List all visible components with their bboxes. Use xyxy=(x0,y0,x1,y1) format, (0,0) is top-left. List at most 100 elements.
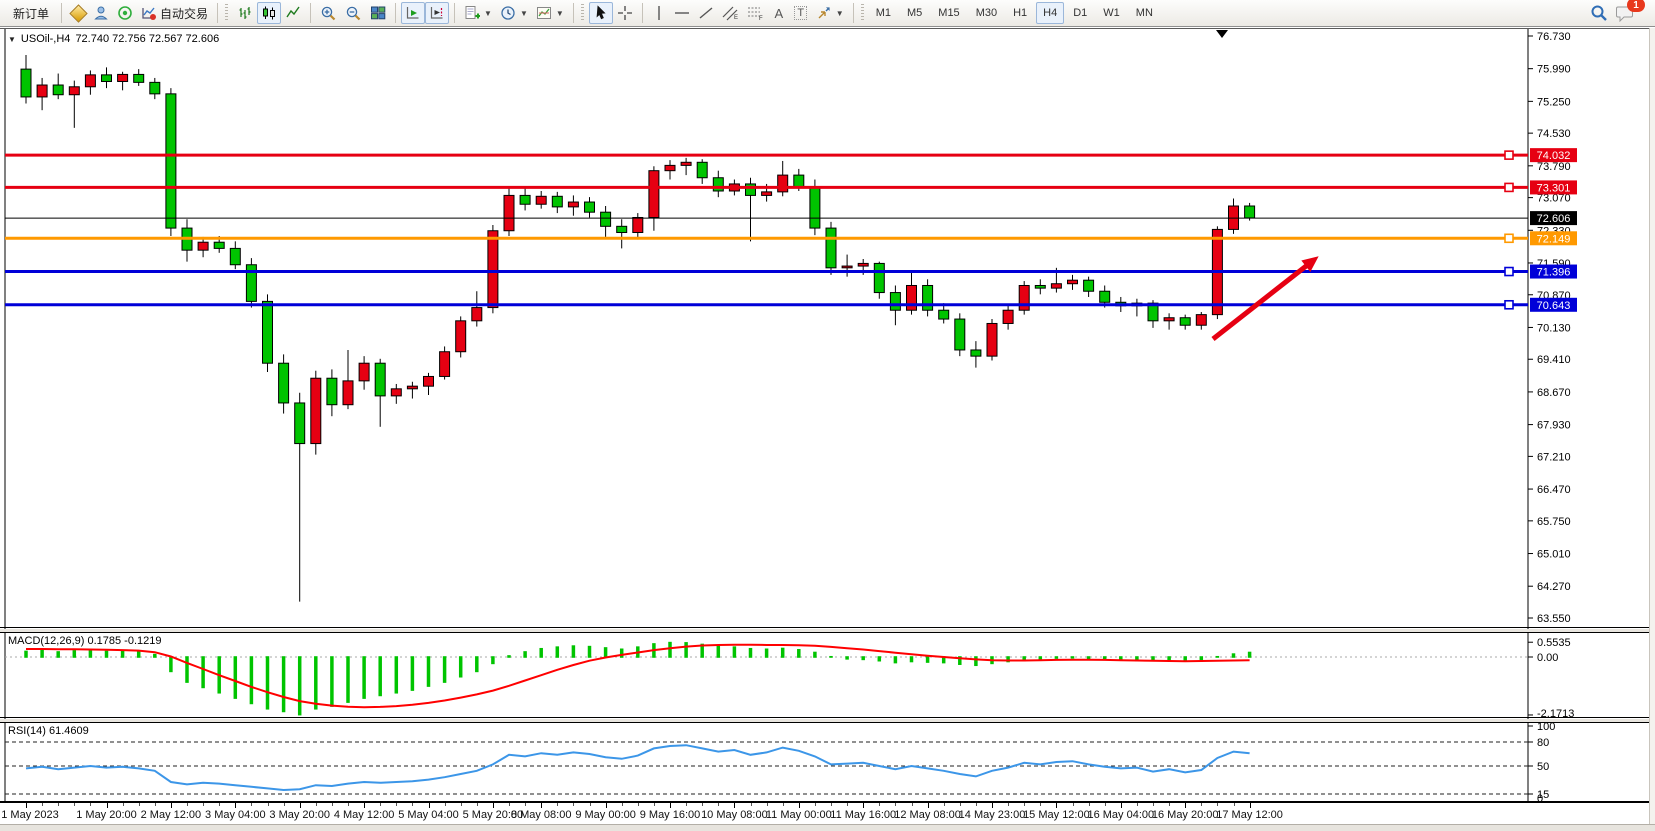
toolbar-separator xyxy=(454,3,455,23)
autotrading-button[interactable]: 自动交易 xyxy=(137,2,212,24)
trend-arrow-annotation[interactable] xyxy=(1213,256,1319,339)
svg-text:73.301: 73.301 xyxy=(1537,182,1571,194)
svg-text:71.396: 71.396 xyxy=(1537,267,1571,279)
arrow-objects-icon xyxy=(816,5,832,21)
svg-text:69.410: 69.410 xyxy=(1537,354,1571,366)
arrows-dropdown[interactable]: ▼ xyxy=(812,2,848,24)
window-right-edge xyxy=(1649,28,1655,824)
date-tick xyxy=(348,803,349,806)
timeframe-h4[interactable]: H4 xyxy=(1036,2,1064,24)
search-button[interactable] xyxy=(1586,2,1612,24)
chevron-down-icon: ▼ xyxy=(556,9,564,18)
date-tick xyxy=(879,803,880,806)
chart-shift-marker[interactable] xyxy=(1216,30,1228,38)
date-tick xyxy=(284,803,285,806)
zoom-in-icon xyxy=(320,5,337,22)
timeframe-m30[interactable]: M30 xyxy=(969,2,1004,24)
text-label-button[interactable]: T xyxy=(790,2,812,24)
date-label: 5 May 04:00 xyxy=(398,809,459,821)
chat-button[interactable]: 1 xyxy=(1612,2,1639,24)
vertical-line-icon xyxy=(652,5,666,21)
timeframe-m5[interactable]: M5 xyxy=(900,2,929,24)
svg-text:74.032: 74.032 xyxy=(1537,150,1571,162)
date-tick xyxy=(1089,803,1090,806)
macd-panel[interactable]: MACD(12,26,9) 0.1785 -0.1219 0.55350.00-… xyxy=(0,632,1655,718)
date-label: 1 May 2023 xyxy=(1,809,58,821)
main-chart-panel[interactable]: ▼ USOil-,H4 72.740 72.756 72.567 72.606 … xyxy=(0,28,1655,628)
date-tick xyxy=(187,803,188,806)
svg-text:F: F xyxy=(759,16,763,21)
main-toolbar: 新订单 自动交易 xyxy=(0,0,1655,27)
horizontal-line-button[interactable] xyxy=(670,2,694,24)
bar-chart-button[interactable] xyxy=(233,2,257,24)
macd-canvas[interactable]: 0.55350.00-2.1713 xyxy=(0,633,1655,719)
line-chart-button[interactable] xyxy=(281,2,305,24)
svg-text:74.530: 74.530 xyxy=(1537,128,1571,140)
date-tick xyxy=(590,803,591,806)
date-label: 16 May 04:00 xyxy=(1087,809,1154,821)
candlestick-chart-button[interactable] xyxy=(257,2,281,24)
date-tick xyxy=(1137,803,1138,806)
price-chart-canvas[interactable]: 76.73075.99075.25074.53073.79073.07072.3… xyxy=(0,29,1655,629)
date-tick xyxy=(58,803,59,806)
new-order-button[interactable]: 新订单 xyxy=(6,2,56,24)
templates-dropdown[interactable]: ▼ xyxy=(532,2,568,24)
date-tick xyxy=(477,803,478,806)
toolbar-separator xyxy=(310,3,311,23)
date-tick-major xyxy=(235,803,236,808)
chart-dropdown-icon[interactable]: ▼ xyxy=(8,35,16,44)
timeframe-mn[interactable]: MN xyxy=(1129,2,1160,24)
date-axis[interactable]: 1 May 20231 May 20:002 May 12:003 May 04… xyxy=(0,802,1655,824)
date-tick xyxy=(895,803,896,806)
date-tick-major xyxy=(541,803,542,808)
bar-chart-icon xyxy=(237,5,253,21)
timeframe-d1[interactable]: D1 xyxy=(1066,2,1094,24)
zoom-in-button[interactable] xyxy=(316,2,341,24)
svg-text:E: E xyxy=(734,15,738,21)
timeframe-w1[interactable]: W1 xyxy=(1096,2,1127,24)
community-button[interactable] xyxy=(89,2,113,24)
periods-dropdown[interactable]: ▼ xyxy=(496,2,532,24)
date-tick xyxy=(332,803,333,806)
fibonacci-button[interactable]: F xyxy=(743,2,768,24)
date-tick xyxy=(396,803,397,806)
date-tick xyxy=(767,803,768,806)
notification-badge: 1 xyxy=(1627,0,1645,12)
chevron-down-icon: ▼ xyxy=(484,9,492,18)
timeframe-h1[interactable]: H1 xyxy=(1006,2,1034,24)
timeframe-m15[interactable]: M15 xyxy=(931,2,966,24)
autoscroll-button[interactable] xyxy=(401,2,425,24)
svg-text:75.250: 75.250 xyxy=(1537,96,1571,108)
rsi-panel[interactable]: RSI(14) 61.4609 1008050150 xyxy=(0,722,1655,802)
equidistant-channel-icon: E xyxy=(722,5,739,21)
date-tick-major xyxy=(1185,803,1186,808)
date-label: 10 May 08:00 xyxy=(701,809,768,821)
chart-shift-button[interactable] xyxy=(425,2,449,24)
trendline-button[interactable] xyxy=(694,2,718,24)
channel-button[interactable]: E xyxy=(718,2,743,24)
date-label: 4 May 12:00 xyxy=(334,809,395,821)
date-tick xyxy=(1234,803,1235,806)
cursor-button[interactable] xyxy=(589,2,613,24)
date-tick xyxy=(686,803,687,806)
deposit-button[interactable] xyxy=(67,2,89,24)
signals-button[interactable] xyxy=(113,2,137,24)
date-tick xyxy=(976,803,977,806)
vertical-line-button[interactable] xyxy=(648,2,670,24)
svg-text:65.010: 65.010 xyxy=(1537,549,1571,561)
chevron-down-icon: ▼ xyxy=(836,9,844,18)
date-tick-major xyxy=(734,803,735,808)
timeframe-m1[interactable]: M1 xyxy=(869,2,898,24)
macd-label: MACD(12,26,9) 0.1785 -0.1219 xyxy=(8,635,161,647)
tile-windows-button[interactable] xyxy=(366,2,390,24)
rsi-canvas[interactable]: 1008050150 xyxy=(0,723,1655,803)
zoom-out-button[interactable] xyxy=(341,2,366,24)
svg-text:67.210: 67.210 xyxy=(1537,451,1571,463)
crosshair-button[interactable] xyxy=(613,2,637,24)
chart-symbol-period: USOil-,H4 xyxy=(21,33,71,45)
new-chart-dropdown[interactable]: ▼ xyxy=(460,2,496,24)
autotrading-icon xyxy=(141,5,157,21)
profile-icon xyxy=(93,5,109,21)
level-lines-layer: 74.03273.30172.60672.14971.39670.643 xyxy=(5,148,1577,312)
text-button[interactable]: A xyxy=(768,2,790,24)
